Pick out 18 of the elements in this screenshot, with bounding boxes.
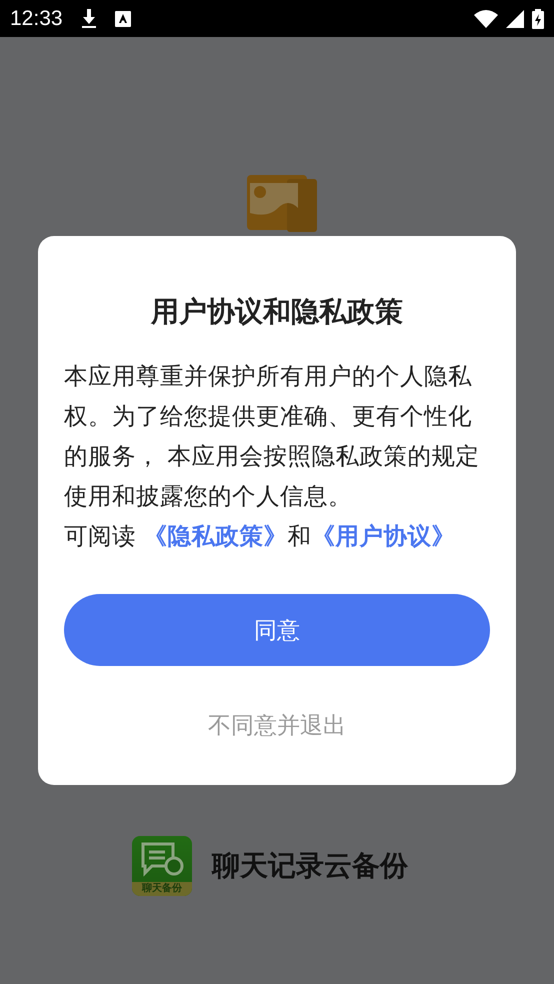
read-label: 可阅读 [64,521,137,552]
keyboard-icon [114,10,131,26]
picture-folder-icon [247,175,317,232]
user-agreement-link[interactable]: 《用户协议》 [311,516,456,556]
and-label: 和 [287,521,312,552]
chat-icon [140,842,184,878]
battery-icon [532,8,544,28]
download-icon [80,8,97,28]
agree-button[interactable]: 同意 [64,594,490,666]
dialog-message: 本应用尊重并保护所有用户的个人隐私权。为了给您提供更准确、更有个性化的服务， 本应用会按照隐私政策的规定使用和披露您的个人信息。 [64,361,480,512]
signal-icon [506,10,524,28]
dialog-title: 用户协议和隐私政策 [150,294,404,330]
privacy-policy-link[interactable]: 《隐私政策》 [143,516,288,556]
wifi-icon [474,10,498,28]
app-name: 聊天记录云备份 [212,848,408,884]
status-time: 12:33 [10,6,63,30]
logo-caption: 聊天备份 [132,882,192,896]
decline-button[interactable]: 不同意并退出 [208,710,346,741]
